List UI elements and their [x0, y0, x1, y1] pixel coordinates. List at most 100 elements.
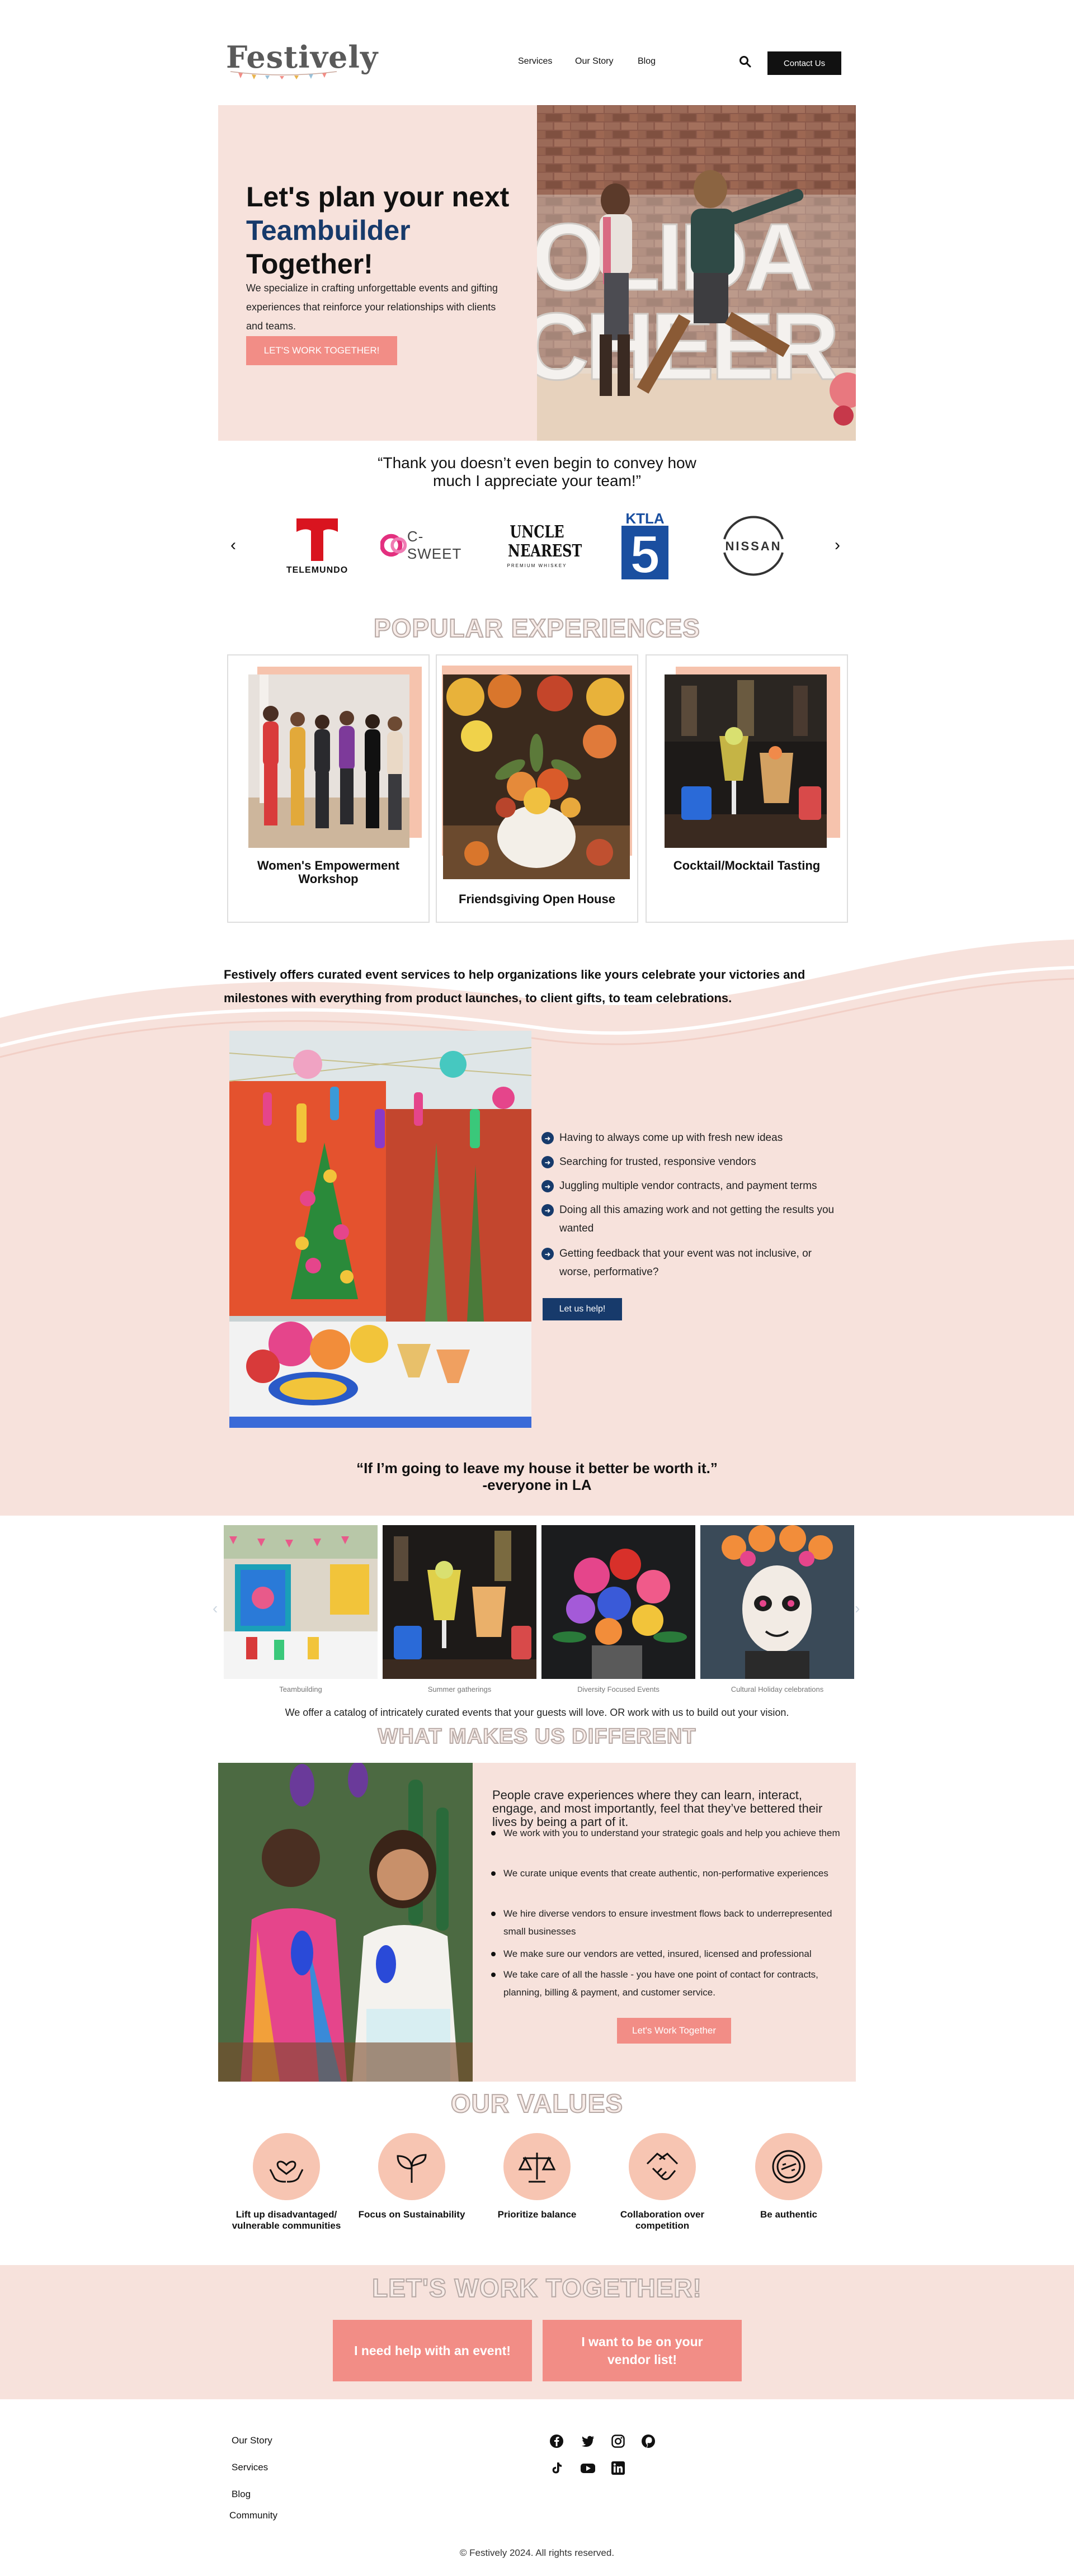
- brand-uncle-nearest: UNCLE NEAREST PREMIUM WHISKEY: [495, 509, 582, 582]
- pain-point-item: ➜ Searching for trusted, responsive vendo…: [541, 1153, 844, 1171]
- different-item-text: We work with you to understand your stra…: [503, 1828, 840, 1838]
- hero-title-accent: Teambuilder: [246, 215, 411, 246]
- gallery-cultural-photo[interactable]: [700, 1525, 854, 1679]
- brand-telemundo: TELEMUNDO: [275, 509, 359, 582]
- la-quote: “If I’m going to leave my house it bette…: [313, 1460, 761, 1493]
- card-label: Women's Empowerment Workshop: [257, 858, 400, 886]
- hero-photo: OLIDA CHEER: [537, 105, 856, 441]
- chevron-right-icon[interactable]: ›: [835, 536, 840, 555]
- footer-blog[interactable]: Blog: [232, 2489, 251, 2500]
- handshake-icon: [629, 2133, 696, 2200]
- catalog-note: We offer a catalog of intricately curate…: [285, 1707, 789, 1718]
- heart-hands-icon: [253, 2133, 320, 2200]
- vendor-list-button[interactable]: I want to be on your vendor list!: [543, 2320, 742, 2381]
- cocktail-photo: [665, 674, 827, 848]
- telemundo-logo-icon: [296, 518, 338, 561]
- gallery-diversity-photo[interactable]: [541, 1525, 695, 1679]
- event-table-photo: [229, 1031, 531, 1428]
- contact-us-button[interactable]: Contact Us: [767, 51, 841, 75]
- nav-blog[interactable]: Blog: [638, 56, 656, 67]
- instagram-icon[interactable]: [610, 2433, 626, 2450]
- values-title: OUR VALUES: [450, 2088, 624, 2119]
- hero-cta-button[interactable]: LET'S WORK TOGETHER!: [246, 336, 397, 365]
- la-quote-attribution: -everyone in LA: [482, 1476, 592, 1493]
- chevron-left-icon[interactable]: ‹: [230, 536, 236, 555]
- arrow-right-circle-icon: ➜: [541, 1180, 554, 1192]
- popular-experiences-title: POPULAR EXPERIENCES: [373, 613, 700, 643]
- gallery-summer-photo[interactable]: [383, 1525, 536, 1679]
- badge-icon: [755, 2133, 822, 2200]
- youtube-icon[interactable]: [580, 2460, 596, 2476]
- site-logo[interactable]: Festively: [226, 39, 378, 75]
- value-label: Be authentic: [760, 2209, 818, 2220]
- search-icon[interactable]: [738, 55, 752, 68]
- brand-name: UNCLE NEAREST: [508, 522, 582, 561]
- cta-title: LET'S WORK TOGETHER!: [371, 2273, 702, 2303]
- value-label: Prioritize balance: [497, 2209, 577, 2220]
- different-item-text: We make sure our vendors are vetted, ins…: [503, 1948, 812, 1959]
- hero-title: Let's plan your next Teambuilder Togethe…: [246, 180, 509, 281]
- hero-title-line1: Let's plan your next: [246, 181, 510, 213]
- pain-point-text: Doing all this amazing work and not gett…: [559, 1204, 835, 1234]
- chevron-left-icon[interactable]: ‹: [213, 1600, 218, 1617]
- tiktok-icon[interactable]: [548, 2460, 565, 2476]
- gallery-caption: Summer gatherings: [427, 1685, 492, 1693]
- nav-our-story[interactable]: Our Story: [575, 56, 613, 67]
- footer-services[interactable]: Services: [232, 2462, 268, 2473]
- brand-sub: PREMIUM WHISKEY: [507, 563, 567, 568]
- brand-nissan: NISSAN: [712, 509, 795, 582]
- linkedin-icon[interactable]: [610, 2460, 626, 2476]
- bullet: [491, 1912, 496, 1916]
- bullet: [491, 1871, 496, 1876]
- bullet: [491, 1831, 496, 1836]
- pain-point-item: ➜ Having to always come up with fresh new…: [541, 1129, 844, 1147]
- footer-community[interactable]: Community: [229, 2510, 277, 2521]
- csweet-logo-icon: [380, 534, 407, 557]
- about-paragraph: Festively offers curated event services …: [224, 963, 833, 1010]
- brand-name: NISSAN: [725, 539, 781, 553]
- different-item: We hire diverse vendors to ensure invest…: [491, 1905, 841, 1941]
- value-label: Focus on Sustainability: [358, 2209, 465, 2220]
- different-item: We work with you to understand your stra…: [491, 1824, 841, 1842]
- lets-work-together-button[interactable]: Let's Work Together: [617, 2018, 731, 2044]
- event-help-button[interactable]: I need help with an event!: [333, 2320, 532, 2381]
- wave-background: [0, 940, 1074, 1516]
- scale-icon: [503, 2133, 571, 2200]
- let-us-help-button[interactable]: Let us help!: [543, 1298, 622, 1320]
- different-item: We curate unique events that create auth…: [491, 1865, 841, 1883]
- bunting-flags-icon: [230, 71, 337, 79]
- pain-point-text: Juggling multiple vendor contracts, and …: [559, 1180, 817, 1192]
- nav-services[interactable]: Services: [518, 56, 552, 67]
- gallery-teambuilding-photo[interactable]: [224, 1525, 378, 1679]
- testimonial-quote: “Thank you doesn’t even begin to convey …: [378, 454, 696, 489]
- different-item-text: We take care of all the hassle - you hav…: [503, 1969, 818, 1998]
- brand-name: C-SWEET: [407, 528, 462, 562]
- svg-text:5: 5: [630, 525, 660, 581]
- pinterest-icon[interactable]: [640, 2433, 657, 2450]
- arrow-right-circle-icon: ➜: [541, 1248, 554, 1260]
- pain-point-text: Having to always come up with fresh new …: [559, 1132, 783, 1144]
- arrow-right-circle-icon: ➜: [541, 1156, 554, 1168]
- brand-name: Festively: [224, 968, 277, 982]
- facebook-icon[interactable]: [548, 2433, 565, 2450]
- gallery-caption: Cultural Holiday celebrations: [731, 1685, 824, 1693]
- friendsgiving-photo: [443, 674, 630, 879]
- pain-point-text: Getting feedback that your event was not…: [559, 1248, 812, 1278]
- founders-photo: [218, 1763, 473, 2082]
- arrow-right-circle-icon: ➜: [541, 1204, 554, 1216]
- pain-point-item: ➜ Getting feedback that your event was no…: [541, 1244, 844, 1281]
- bullet: [491, 1952, 496, 1956]
- brand-ktla: KTLA 5: [603, 509, 687, 582]
- workshop-photo: [248, 674, 409, 848]
- pain-point-item: ➜ Juggling multiple vendor contracts, and…: [541, 1177, 844, 1195]
- ktla-logo-icon: KTLA 5: [621, 510, 668, 581]
- chevron-right-icon[interactable]: ›: [855, 1600, 860, 1617]
- twitter-icon[interactable]: [580, 2433, 596, 2450]
- different-title: WHAT MAKES US DIFFERENT: [377, 1724, 696, 1749]
- pain-point-item: ➜ Doing all this amazing work and not get…: [541, 1201, 844, 1238]
- arrow-right-circle-icon: ➜: [541, 1132, 554, 1144]
- different-item-text: We curate unique events that create auth…: [503, 1868, 828, 1879]
- about-text: offers curated event services to help or…: [224, 968, 805, 1005]
- footer-our-story[interactable]: Our Story: [232, 2435, 272, 2446]
- gallery-caption: Diversity Focused Events: [577, 1685, 660, 1693]
